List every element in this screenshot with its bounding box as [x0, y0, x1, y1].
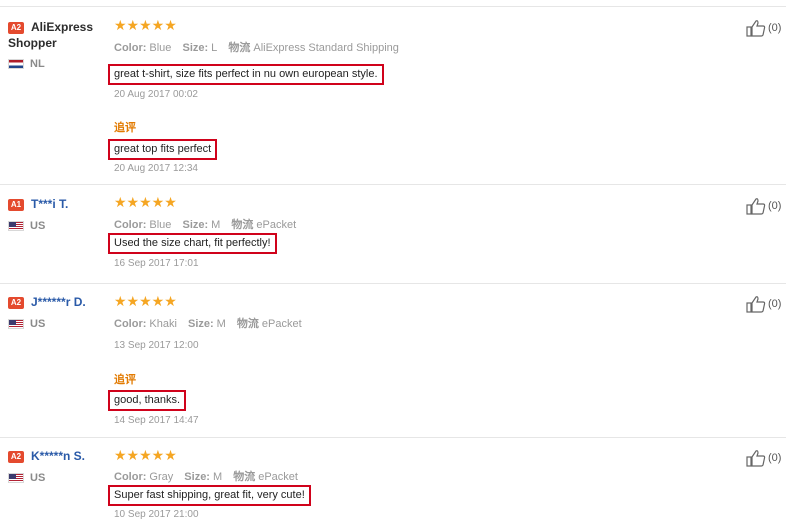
size-label: Size: — [187, 318, 214, 330]
shipping-label: 物流 — [233, 471, 256, 483]
shipping-label: 物流 — [231, 219, 254, 231]
shipping-label: 物流 — [236, 318, 259, 330]
color-value: Blue — [149, 219, 172, 231]
review-date: 13 Sep 2017 12:00 — [114, 340, 199, 351]
shipping-value: ePacket — [256, 219, 297, 231]
review-divider — [0, 184, 786, 185]
followup-text: good, thanks. — [108, 390, 187, 411]
helpful-count: (0) — [768, 200, 782, 212]
thumbs-up-icon — [746, 20, 766, 37]
shipping-value: AliExpress Standard Shipping — [253, 42, 399, 54]
buyer-level-badge: A2 — [8, 22, 24, 34]
followup-label: 追评 — [114, 122, 136, 134]
review-text: Super fast shipping, great fit, very cut… — [108, 485, 311, 506]
followup-label: 追评 — [114, 374, 136, 386]
thumbs-up-icon — [746, 450, 766, 467]
star-rating: ★★★★★ — [114, 17, 177, 33]
reviewer-name[interactable]: K*****n S. — [31, 449, 85, 464]
helpful-count: (0) — [768, 298, 782, 310]
helpful-button[interactable]: (0) — [746, 197, 781, 215]
followup-date: 20 Aug 2017 12:34 — [114, 163, 198, 174]
order-info: Color: Khaki Size: M 物流 ePacket — [114, 315, 302, 331]
helpful-count: (0) — [768, 452, 782, 464]
reviewer-name[interactable]: T***i T. — [31, 197, 68, 212]
color-label: Color: — [114, 471, 147, 483]
color-label: Color: — [114, 219, 147, 231]
color-value: Gray — [149, 471, 174, 483]
review-date: 10 Sep 2017 21:00 — [114, 509, 199, 520]
size-label: Size: — [182, 42, 209, 54]
color-label: Color: — [114, 42, 147, 54]
country-code: NL — [30, 58, 45, 70]
star-rating: ★★★★★ — [114, 194, 177, 210]
size-value: M — [211, 219, 221, 231]
color-value: Blue — [149, 42, 172, 54]
review-divider — [0, 283, 786, 284]
country-flag-icon — [8, 473, 24, 483]
size-value: L — [211, 42, 218, 54]
helpful-button[interactable]: (0) — [746, 449, 781, 467]
review-date: 16 Sep 2017 17:01 — [114, 258, 199, 269]
country-flag-icon — [8, 221, 24, 231]
buyer-level-badge: A1 — [8, 199, 24, 211]
country-code: US — [30, 220, 46, 232]
review-divider — [0, 437, 786, 438]
size-label: Size: — [182, 219, 209, 231]
followup-text: great top fits perfect — [108, 139, 218, 160]
review-text: Used the size chart, fit perfectly! — [108, 233, 277, 254]
helpful-button[interactable]: (0) — [746, 295, 781, 313]
buyer-level-badge: A2 — [8, 297, 24, 309]
star-rating: ★★★★★ — [114, 447, 177, 463]
review-divider — [0, 6, 786, 7]
review-text: great t-shirt, size fits perfect in nu o… — [108, 64, 384, 85]
star-rating: ★★★★★ — [114, 293, 177, 309]
country-flag-icon — [8, 59, 24, 69]
reviewer-name-line1: AliExpress — [31, 20, 94, 34]
shipping-label: 物流 — [228, 42, 251, 54]
followup-date: 14 Sep 2017 14:47 — [114, 415, 199, 426]
country-flag-icon — [8, 319, 24, 329]
order-info: Color: Blue Size: M 物流 ePacket — [114, 216, 296, 232]
country-code: US — [30, 472, 46, 484]
color-label: Color: — [114, 318, 147, 330]
country-code: US — [30, 318, 46, 330]
color-value: Khaki — [149, 318, 177, 330]
thumbs-up-icon — [746, 198, 766, 215]
reviewer-name[interactable]: AliExpress — [31, 20, 93, 35]
order-info: Color: Gray Size: M 物流 ePacket — [114, 468, 298, 484]
shipping-value: ePacket — [258, 471, 298, 483]
helpful-count: (0) — [768, 22, 782, 34]
size-value: M — [216, 318, 226, 330]
review-date: 20 Aug 2017 00:02 — [114, 89, 198, 100]
helpful-button[interactable]: (0) — [746, 19, 781, 37]
size-value: M — [212, 471, 223, 483]
reviewer-name-continued: Shopper — [8, 36, 57, 50]
reviewer-name[interactable]: J******r D. — [31, 295, 86, 310]
thumbs-up-icon — [746, 296, 766, 313]
shipping-value: ePacket — [261, 318, 302, 330]
buyer-level-badge: A2 — [8, 451, 24, 463]
order-info: Color: Blue Size: L 物流 AliExpress Standard … — [114, 39, 399, 55]
size-label: Size: — [184, 471, 210, 483]
